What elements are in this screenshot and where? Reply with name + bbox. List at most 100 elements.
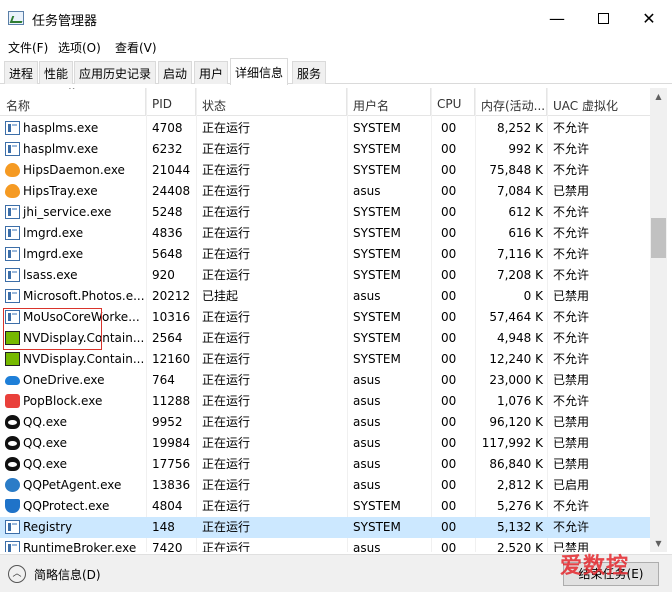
table-row[interactable]: qqpet-iconQQPetAgent.exe13836正在运行asus002… [0,475,650,496]
process-cpu: 00 [441,436,457,450]
process-memory: 75,848 K [489,163,543,177]
process-pid: 12160 [152,352,191,366]
column-header-status[interactable]: 状态 [196,88,347,116]
process-pid: 6232 [152,142,183,156]
process-cpu: 00 [441,310,457,324]
process-status: 正在运行 [202,457,251,471]
process-cpu: 00 [441,373,457,387]
fewer-details-link[interactable]: 简略信息(D) [34,566,101,583]
process-cpu: 00 [441,205,457,219]
tab-performance[interactable]: 性能 [39,61,74,84]
process-status: 正在运行 [202,520,251,534]
process-name: Registry [23,520,73,534]
process-name: Microsoft.Photos.e... [23,289,145,303]
process-uac: 不允许 [553,352,590,366]
table-row[interactable]: flame-iconHipsDaemon.exe21044正在运行SYSTEM0… [0,160,650,181]
process-uac: 不允许 [553,520,590,534]
process-uac: 不允许 [553,310,590,324]
process-memory: 5,276 K [496,499,543,513]
process-pid: 13836 [152,478,191,492]
table-row[interactable]: onedrive-iconOneDrive.exe764正在运行asus0023… [0,370,650,391]
table-row[interactable]: qq-iconQQ.exe9952正在运行asus0096,120 K已禁用 [0,412,650,433]
table-row[interactable]: qq-iconQQ.exe17756正在运行asus0086,840 K已禁用 [0,454,650,475]
menu-file[interactable]: 文件(F) [8,39,48,56]
process-memory: 2,520 K [496,541,543,552]
column-header-user[interactable]: 用户名 [347,88,431,116]
process-name: QQProtect.exe [23,499,110,513]
process-memory: 8,252 K [496,121,543,135]
vertical-scrollbar[interactable]: ▲ ▼ [650,88,667,552]
scroll-down-icon[interactable]: ▼ [650,535,667,552]
process-name: hasplms.exe [23,121,99,135]
table-row[interactable]: qq-iconQQ.exe19984正在运行asus00117,992 K已禁用 [0,433,650,454]
menu-options[interactable]: 选项(O) [58,39,101,56]
tab-startup[interactable]: 启动 [158,61,193,84]
column-header-memory[interactable]: 内存(活动... [475,88,547,116]
process-uac: 不允许 [553,205,590,219]
minimize-button[interactable]: — [534,0,580,36]
tab-users[interactable]: 用户 [194,61,229,84]
tab-app-history[interactable]: 应用历史记录 [74,61,157,84]
scroll-up-icon[interactable]: ▲ [650,88,667,105]
process-user: SYSTEM [353,142,401,156]
process-cpu: 00 [441,520,457,534]
table-row[interactable]: window-iconRegistry148正在运行SYSTEM005,132 … [0,517,650,538]
process-memory: 23,000 K [489,373,543,387]
process-name: OneDrive.exe [23,373,105,387]
process-pid: 11288 [152,394,191,408]
table-row[interactable]: window-iconhasplms.exe4708正在运行SYSTEM008,… [0,118,650,139]
process-user: SYSTEM [353,205,401,219]
process-uac: 已禁用 [553,373,590,387]
process-user: asus [353,373,381,387]
process-cpu: 00 [441,415,457,429]
highlight-annotation [3,308,102,350]
menu-view[interactable]: 查看(V) [115,39,157,56]
close-button[interactable]: ✕ [626,0,672,36]
tab-details[interactable]: 详细信息 [230,58,289,85]
table-row[interactable]: window-iconRuntimeBroker.exe7420正在运行asus… [0,538,650,552]
process-cpu: 00 [441,394,457,408]
tab-services[interactable]: 服务 [292,61,327,84]
process-cpu: 00 [441,499,457,513]
column-header-pid[interactable]: PID [146,88,196,116]
process-name: QQ.exe [23,457,67,471]
process-status: 正在运行 [202,226,251,240]
table-row[interactable]: window-iconlsass.exe920正在运行SYSTEM007,208… [0,265,650,286]
process-memory: 7,116 K [496,247,543,261]
process-memory: 612 K [508,205,543,219]
table-row[interactable]: window-iconlmgrd.exe5648正在运行SYSTEM007,11… [0,244,650,265]
table-row[interactable]: flame-iconHipsTray.exe24408正在运行asus007,0… [0,181,650,202]
table-row[interactable]: popblock-iconPopBlock.exe11288正在运行asus00… [0,391,650,412]
process-user: SYSTEM [353,499,401,513]
table-row[interactable]: window-iconjhi_service.exe5248正在运行SYSTEM… [0,202,650,223]
process-pid: 9952 [152,415,183,429]
column-header-name[interactable]: ^ 名称 [0,88,146,116]
table-row[interactable]: nvidia-iconNVDisplay.Contain...12160正在运行… [0,349,650,370]
process-pid: 20212 [152,289,191,303]
column-header-cpu[interactable]: CPU [431,88,475,116]
table-row[interactable]: window-iconMicrosoft.Photos.e...20212已挂起… [0,286,650,307]
process-name: lmgrd.exe [23,247,84,261]
process-name: hasplmv.exe [23,142,99,156]
table-row[interactable]: window-iconlmgrd.exe4836正在运行SYSTEM00616 … [0,223,650,244]
process-pid: 7420 [152,541,183,552]
process-user: SYSTEM [353,268,401,282]
process-memory: 2,812 K [496,478,543,492]
table-row[interactable]: window-iconhasplmv.exe6232正在运行SYSTEM0099… [0,139,650,160]
maximize-button[interactable] [580,0,626,36]
process-status: 正在运行 [202,541,251,552]
process-name: QQPetAgent.exe [23,478,122,492]
process-status: 正在运行 [202,415,251,429]
details-table: ^ 名称 PID 状态 用户名 CPU 内存(活动... UAC 虚拟化 win… [0,88,650,552]
tab-processes[interactable]: 进程 [4,61,39,84]
process-uac: 不允许 [553,247,590,261]
process-pid: 4708 [152,121,183,135]
process-name: HipsTray.exe [23,184,98,198]
collapse-up-icon[interactable]: ︿ [8,565,26,583]
table-row[interactable]: shield-iconQQProtect.exe4804正在运行SYSTEM00… [0,496,650,517]
process-pid: 19984 [152,436,191,450]
scrollbar-thumb[interactable] [651,218,666,258]
process-uac: 不允许 [553,163,590,177]
process-status: 正在运行 [202,352,251,366]
column-header-uac[interactable]: UAC 虚拟化 [547,88,650,116]
